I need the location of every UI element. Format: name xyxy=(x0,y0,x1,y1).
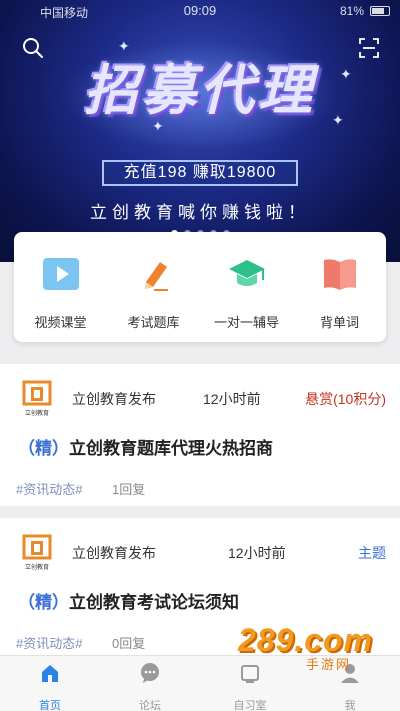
post-time: 12小时前 xyxy=(203,391,261,407)
graduation-cap-icon xyxy=(228,260,265,286)
post-card[interactable]: 立创教育 立创教育发布 12小时前 悬赏(10积分) （精）立创教育题库代理火热… xyxy=(0,364,400,506)
study-room-icon xyxy=(241,665,259,683)
menu-item-label: 视频课堂 xyxy=(34,315,87,330)
status-bar: 中国移动 09:09 81% xyxy=(0,0,400,22)
post-reward-tag: 悬赏(10积分) xyxy=(305,391,386,407)
menu-item-video[interactable]: 视频课堂 xyxy=(14,254,107,331)
quick-menu: 视频课堂 考试题库 一对一辅导 背单词 xyxy=(14,232,386,342)
user-icon xyxy=(341,664,359,683)
tab-study-room[interactable]: 自习室 xyxy=(200,662,300,711)
app-screen: 中国移动 09:09 81% ✦ ✦ ✦ ✦ 招募代理 充值198 赚取1980… xyxy=(0,0,400,711)
banner-slogan: 立创教育喊你赚钱啦！ xyxy=(90,203,310,222)
post-replies: 1回复 xyxy=(112,482,146,497)
post-title[interactable]: （精）立创教育题库代理火热招商 xyxy=(18,434,273,459)
home-icon xyxy=(42,665,58,682)
post-title-text: 立创教育题库代理火热招商 xyxy=(69,439,273,458)
post-time: 12小时前 xyxy=(228,545,286,561)
tab-me[interactable]: 我 xyxy=(300,662,400,711)
publisher-logo xyxy=(22,534,52,560)
tab-forum[interactable]: 论坛 xyxy=(100,662,200,711)
chat-bubble-icon xyxy=(141,663,159,683)
publisher-logo-text: 立创教育 xyxy=(24,411,49,417)
bottom-tab-bar: 首页 论坛 自习室 我 xyxy=(0,655,400,711)
pen-edit-icon xyxy=(144,262,168,291)
post-title-text: 立创教育考试论坛须知 xyxy=(69,593,239,612)
tab-label: 论坛 xyxy=(139,700,161,711)
menu-item-vocabulary[interactable]: 背单词 xyxy=(293,254,386,331)
publisher-logo xyxy=(22,380,52,406)
banner-headline: 招募代理 xyxy=(84,58,316,122)
tab-label: 自习室 xyxy=(233,700,267,711)
post-title[interactable]: （精）立创教育考试论坛须知 xyxy=(18,588,239,613)
menu-item-tutoring[interactable]: 一对一辅导 xyxy=(200,254,293,331)
menu-item-exam[interactable]: 考试题库 xyxy=(107,254,200,331)
post-author[interactable]: 立创教育发布 xyxy=(72,389,156,409)
menu-item-label: 考试题库 xyxy=(127,315,180,330)
battery-percent: 81% xyxy=(339,4,364,18)
tab-home[interactable]: 首页 xyxy=(0,662,100,711)
menu-item-label: 背单词 xyxy=(319,315,359,330)
tab-label: 首页 xyxy=(39,700,61,711)
menu-item-label: 一对一辅导 xyxy=(213,315,279,330)
post-category[interactable]: #资讯动态# xyxy=(16,479,82,498)
banner-promo: 充值198 赚取19800 xyxy=(102,160,298,186)
publisher-logo-text: 立创教育 xyxy=(24,565,49,571)
post-title-prefix: （精） xyxy=(18,593,69,612)
tab-label: 我 xyxy=(344,700,356,711)
book-icon xyxy=(323,259,356,290)
post-category[interactable]: #资讯动态# xyxy=(16,633,82,652)
post-author[interactable]: 立创教育发布 xyxy=(72,543,156,563)
battery-icon xyxy=(370,6,390,16)
post-card[interactable]: 立创教育 立创教育发布 12小时前 主题 （精）立创教育考试论坛须知 #资讯动态… xyxy=(0,518,400,660)
post-replies: 0回复 xyxy=(112,636,146,651)
post-title-prefix: （精） xyxy=(18,439,69,458)
promo-banner[interactable]: 中国移动 09:09 81% ✦ ✦ ✦ ✦ 招募代理 充值198 赚取1980… xyxy=(0,0,400,262)
video-play-icon xyxy=(42,258,79,290)
post-topic-tag: 主题 xyxy=(358,545,386,561)
